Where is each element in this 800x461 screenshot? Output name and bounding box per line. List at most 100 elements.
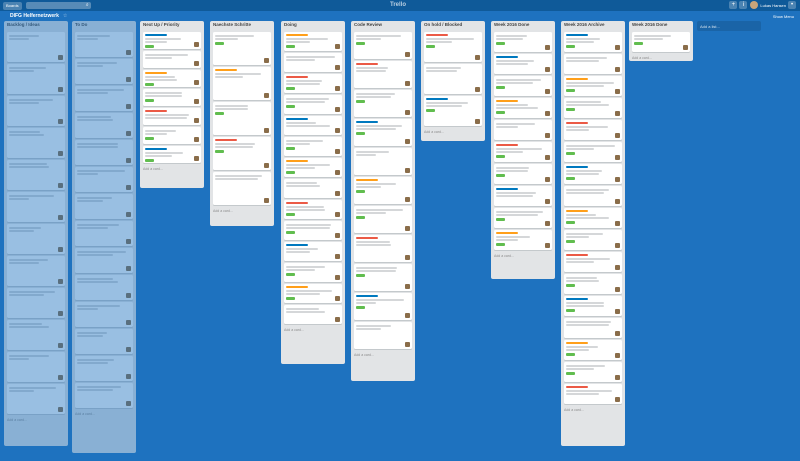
member-avatar[interactable]	[194, 99, 199, 104]
card[interactable]	[494, 230, 552, 250]
list-title[interactable]: To Do	[72, 21, 136, 30]
card[interactable]	[354, 90, 412, 117]
card[interactable]	[564, 208, 622, 228]
add-card-link[interactable]: Add a card...	[491, 252, 555, 261]
member-avatar[interactable]	[615, 287, 620, 292]
list-title[interactable]: Week 2016 Archive	[561, 21, 625, 30]
member-avatar[interactable]	[405, 197, 410, 202]
card[interactable]	[284, 53, 342, 72]
member-avatar[interactable]	[264, 198, 269, 203]
card[interactable]	[564, 274, 622, 294]
member-avatar[interactable]	[126, 131, 131, 136]
search-input[interactable]: ⌕	[25, 2, 91, 9]
card[interactable]	[632, 32, 690, 52]
member-avatar[interactable]	[405, 226, 410, 231]
card[interactable]	[7, 320, 65, 350]
list[interactable]: Week 2016 Archive Add a card...	[561, 21, 625, 446]
card[interactable]	[75, 59, 133, 84]
member-avatar[interactable]	[194, 156, 199, 161]
card[interactable]	[7, 224, 65, 254]
card[interactable]	[7, 288, 65, 318]
member-avatar[interactable]	[126, 347, 131, 352]
member-avatar[interactable]	[126, 320, 131, 325]
member-avatar[interactable]	[615, 89, 620, 94]
card[interactable]	[564, 186, 622, 206]
card[interactable]	[494, 186, 552, 206]
member-avatar[interactable]	[264, 58, 269, 63]
add-card-link[interactable]: Add a card...	[210, 207, 274, 216]
card[interactable]	[284, 221, 342, 240]
member-avatar[interactable]	[405, 284, 410, 289]
card[interactable]	[75, 248, 133, 273]
card[interactable]	[354, 32, 412, 59]
member-avatar[interactable]	[126, 77, 131, 82]
member-avatar[interactable]	[335, 149, 340, 154]
card[interactable]	[75, 86, 133, 111]
member-avatar[interactable]	[475, 55, 480, 60]
card[interactable]	[564, 164, 622, 184]
member-avatar[interactable]	[126, 266, 131, 271]
card[interactable]	[284, 200, 342, 219]
member-avatar[interactable]	[615, 45, 620, 50]
member-avatar[interactable]	[615, 67, 620, 72]
member-avatar[interactable]	[615, 353, 620, 358]
member-avatar[interactable]	[58, 343, 63, 348]
add-card-link[interactable]: Add a card...	[561, 406, 625, 415]
list-title[interactable]: Code Review	[351, 21, 415, 30]
list-title[interactable]: Naechste Schritte	[210, 21, 274, 30]
card[interactable]	[143, 32, 201, 49]
member-avatar[interactable]	[58, 375, 63, 380]
member-avatar[interactable]	[545, 67, 550, 72]
card[interactable]	[284, 74, 342, 93]
member-avatar[interactable]	[475, 119, 480, 124]
member-avatar[interactable]	[405, 255, 410, 260]
card[interactable]	[75, 275, 133, 300]
member-avatar[interactable]	[58, 151, 63, 156]
member-avatar[interactable]	[405, 139, 410, 144]
card[interactable]	[564, 252, 622, 272]
card[interactable]	[75, 383, 133, 408]
member-avatar[interactable]	[58, 119, 63, 124]
card[interactable]	[564, 230, 622, 250]
member-avatar[interactable]	[194, 137, 199, 142]
card[interactable]	[75, 329, 133, 354]
card[interactable]	[7, 192, 65, 222]
list[interactable]: Week 2016 Done Add a card...	[491, 21, 555, 279]
add-card-link[interactable]: Add a card...	[140, 165, 204, 174]
list[interactable]: To Do Add a card...	[72, 21, 136, 453]
member-avatar[interactable]	[545, 155, 550, 160]
member-avatar[interactable]	[615, 243, 620, 248]
member-avatar[interactable]	[615, 177, 620, 182]
member-avatar[interactable]	[335, 65, 340, 70]
member-avatar[interactable]	[58, 247, 63, 252]
member-avatar[interactable]	[58, 183, 63, 188]
card[interactable]	[284, 32, 342, 51]
list[interactable]: Next Up / Priority Add a card...	[140, 21, 204, 188]
member-avatar[interactable]	[545, 89, 550, 94]
card[interactable]	[354, 206, 412, 233]
user-name[interactable]: Lukas Hansen	[760, 3, 786, 8]
member-avatar[interactable]	[545, 45, 550, 50]
card[interactable]	[7, 96, 65, 126]
card[interactable]	[143, 70, 201, 87]
add-card-link[interactable]: Add a card...	[4, 416, 68, 425]
card[interactable]	[213, 172, 271, 205]
card[interactable]	[7, 384, 65, 414]
star-icon[interactable]: ☆	[63, 13, 67, 19]
member-avatar[interactable]	[545, 177, 550, 182]
member-avatar[interactable]	[194, 61, 199, 66]
member-avatar[interactable]	[264, 93, 269, 98]
card[interactable]	[213, 32, 271, 65]
list[interactable]: Code Review Add a card...	[351, 21, 415, 381]
member-avatar[interactable]	[405, 52, 410, 57]
card[interactable]	[494, 32, 552, 52]
card[interactable]	[284, 284, 342, 303]
boards-button[interactable]: Boards	[3, 1, 22, 10]
card[interactable]	[494, 54, 552, 74]
member-avatar[interactable]	[683, 45, 688, 50]
card[interactable]	[564, 54, 622, 74]
card[interactable]	[143, 108, 201, 125]
card[interactable]	[143, 51, 201, 68]
member-avatar[interactable]	[335, 233, 340, 238]
card[interactable]	[354, 235, 412, 262]
